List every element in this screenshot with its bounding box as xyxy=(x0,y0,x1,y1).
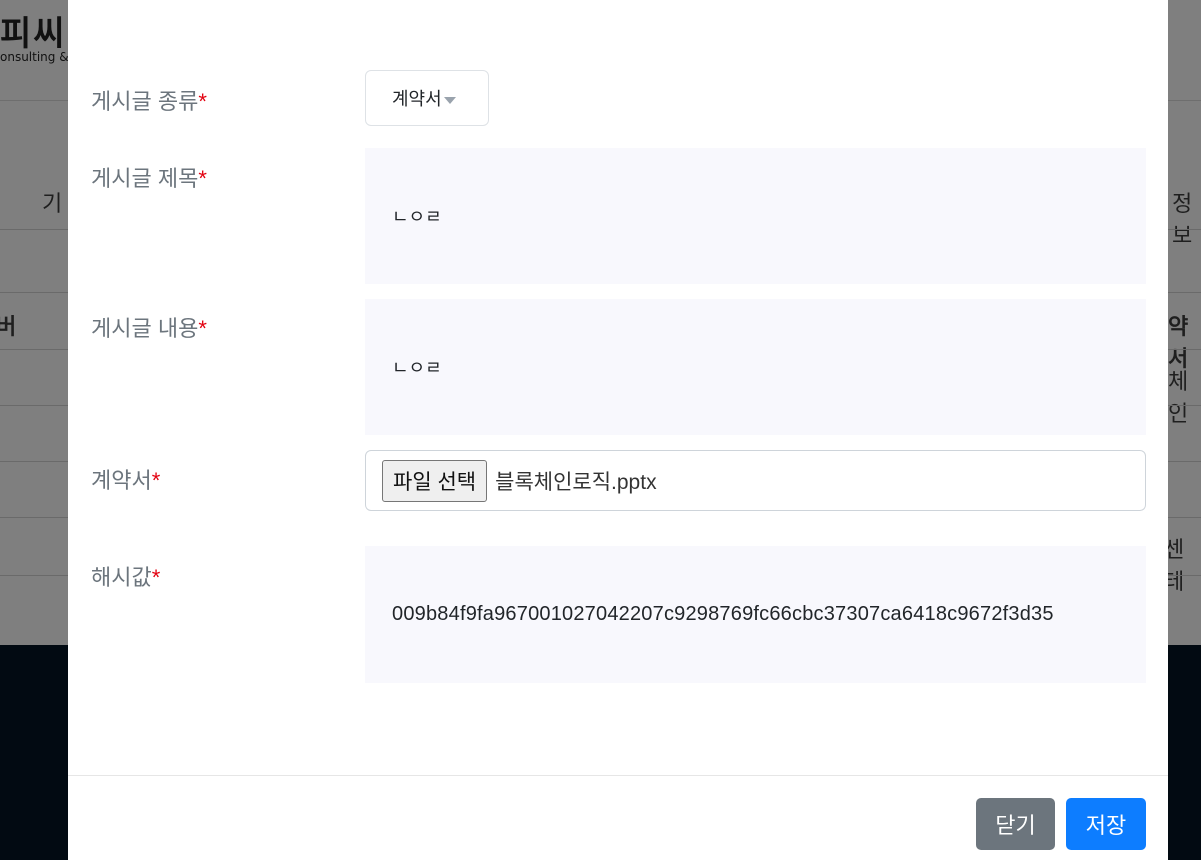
save-button[interactable]: 저장 xyxy=(1066,798,1146,850)
bg-cell-fragment: 센테 xyxy=(1164,538,1185,595)
contract-label: 계약서* xyxy=(91,468,161,493)
post-content-label: 게시글 내용* xyxy=(91,316,207,341)
contract-file-input[interactable]: 파일 선택 블록체인로직.pptx xyxy=(365,450,1146,511)
selected-file-name: 블록체인로직.pptx xyxy=(495,470,657,494)
chevron-down-icon xyxy=(443,96,456,104)
post-content-textarea[interactable]: ㄴㅇㄹ xyxy=(365,299,1146,435)
post-type-select[interactable]: 계약서 xyxy=(365,70,489,126)
bg-nav-fragment: 기 xyxy=(42,192,63,217)
post-title-input[interactable]: ㄴㅇㄹ xyxy=(365,148,1146,284)
close-button[interactable]: 닫기 xyxy=(976,798,1055,850)
bg-cell-fragment: 체인 xyxy=(1168,370,1189,427)
hash-value: 009b84f9fa967001027042207c9298769fc66cbc… xyxy=(392,603,1054,625)
bg-nav-fragment-right: 정보 xyxy=(1172,192,1193,249)
post-content-value: ㄴㅇㄹ xyxy=(392,358,442,379)
choose-file-button[interactable]: 파일 선택 xyxy=(382,459,488,502)
post-type-label: 게시글 종류* xyxy=(91,89,207,114)
bg-table-header-fragment: 버 xyxy=(0,315,17,340)
edit-post-modal: 게시글 종류* 계약서 게시글 제목* ㄴㅇㄹ 게시글 내용* ㄴㅇㄹ 계약서*… xyxy=(68,0,1168,860)
hash-field[interactable]: 009b84f9fa967001027042207c9298769fc66cbc… xyxy=(365,546,1146,683)
modal-footer-divider xyxy=(68,775,1168,776)
post-title-label: 게시글 제목* xyxy=(91,166,207,191)
post-title-value: ㄴㅇㄹ xyxy=(392,207,442,228)
hash-label: 해시값* xyxy=(91,565,161,590)
post-type-value: 계약서 xyxy=(392,89,442,110)
